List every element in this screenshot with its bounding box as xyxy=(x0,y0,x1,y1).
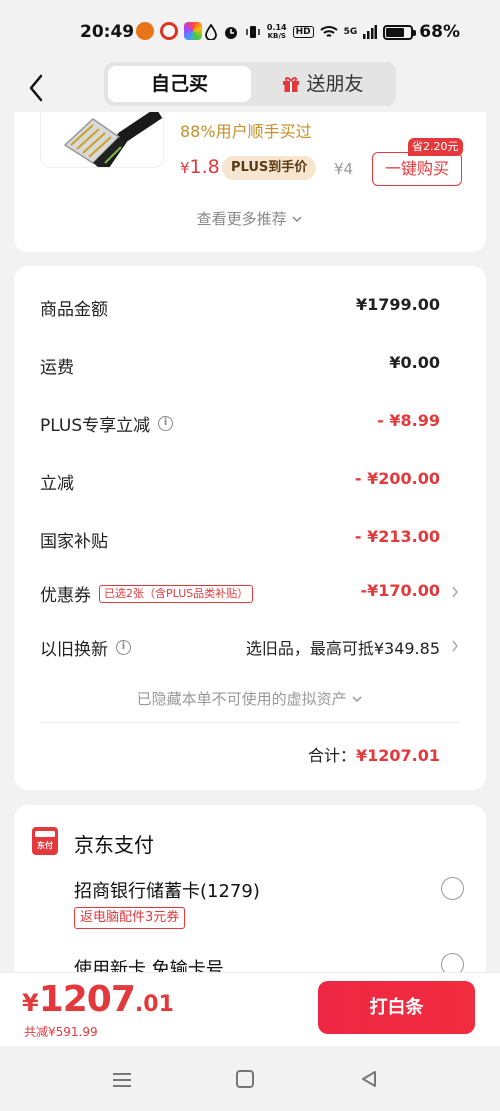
row-value: ¥1799.00 xyxy=(355,295,440,314)
signal-icon xyxy=(363,25,378,39)
row-label: PLUS专享立减 i xyxy=(40,411,174,436)
chevron-right-icon xyxy=(452,640,458,652)
summary-row-goods: 商品金额 ¥1799.00 xyxy=(40,292,440,322)
one-click-buy-button[interactable]: 一键购买 xyxy=(372,152,462,186)
chevron-left-icon xyxy=(29,74,43,102)
save-amount-tag: 省2.20元 xyxy=(408,138,463,156)
checkout-bottom-bar: ¥1207.01 共减¥591.99 打白条 xyxy=(0,972,500,1046)
row-label: 以旧换新 i xyxy=(40,635,131,660)
row-value: - ¥213.00 xyxy=(354,527,440,546)
back-triangle-icon[interactable] xyxy=(360,1070,378,1088)
row-label-text: 以旧换新 xyxy=(40,640,108,660)
summary-row-trade-in[interactable]: 以旧换新 i 选旧品，最高可抵¥349.85 xyxy=(40,632,458,662)
view-more-recommendations[interactable]: 查看更多推荐 xyxy=(14,208,486,229)
net-speed: 0.14 KB/S xyxy=(266,23,287,41)
info-icon[interactable]: i xyxy=(158,416,174,431)
original-price: ¥4 xyxy=(334,160,354,178)
row-label: 商品金额 xyxy=(40,300,108,320)
hidden-assets-label: 已隐藏本单不可使用的虚拟资产 xyxy=(136,690,347,708)
row-value: 选旧品，最高可抵¥349.85 xyxy=(245,639,440,658)
net-speed-unit: KB/S xyxy=(267,32,286,40)
price-symbol: ¥ xyxy=(180,159,190,177)
notification-icons xyxy=(136,22,202,40)
tab-buy-for-self[interactable]: 自己买 xyxy=(108,66,251,102)
status-right: 0.14 KB/S HD 5G 68% xyxy=(204,22,460,42)
info-icon[interactable]: i xyxy=(116,640,131,655)
summary-row-shipping: 运费 ¥0.00 xyxy=(40,350,440,380)
payment-promo-tag: 返电脑配件3元券 xyxy=(74,907,186,929)
system-nav-bar xyxy=(0,1046,500,1111)
purchase-mode-switch: 自己买 送朋友 xyxy=(104,62,396,106)
menu-icon[interactable] xyxy=(112,1072,132,1088)
row-label-text: PLUS专享立减 xyxy=(40,416,151,436)
payment-title: 京东支付 xyxy=(74,833,154,857)
row-value: - ¥200.00 xyxy=(354,469,440,488)
chevron-right-icon xyxy=(452,586,458,598)
gift-icon xyxy=(283,77,300,92)
home-icon[interactable] xyxy=(236,1070,254,1088)
row-value: ¥0.00 xyxy=(389,353,440,372)
checkout-header: 自己买 送朋友 xyxy=(0,62,500,112)
summary-row-subsidy: 国家补贴 - ¥213.00 xyxy=(40,524,440,554)
photos-app-icon xyxy=(184,22,202,40)
battery-icon xyxy=(383,24,417,40)
total-label: 合计： xyxy=(307,746,356,765)
alarm-icon xyxy=(224,27,237,39)
vibrate-icon xyxy=(246,26,260,38)
tab-gift-label: 送朋友 xyxy=(306,73,364,95)
battery-text: 68% xyxy=(419,22,460,42)
ethernet-cable-image xyxy=(63,112,163,167)
network-type: 5G xyxy=(343,27,358,37)
status-time: 20:49 xyxy=(80,22,135,42)
radio-cmb-card[interactable] xyxy=(441,877,464,900)
divider xyxy=(40,722,460,723)
drop-icon xyxy=(204,24,217,40)
product-image[interactable] xyxy=(40,112,164,168)
hd-badge: HD xyxy=(292,26,314,38)
jd-pay-icon-text: 东付 xyxy=(37,841,53,850)
jd-pay-icon: 东付 xyxy=(32,827,58,855)
final-price-integer: 1207 xyxy=(38,979,136,1020)
row-label: 国家补贴 xyxy=(40,532,108,552)
view-more-label: 查看更多推荐 xyxy=(196,210,287,228)
back-button[interactable] xyxy=(22,68,52,108)
tab-gift-to-friend[interactable]: 送朋友 xyxy=(254,66,392,102)
chevron-down-icon xyxy=(352,696,362,703)
row-value: - ¥8.99 xyxy=(377,411,440,430)
payment-option-cmb-card[interactable]: 招商银行储蓄卡(1279) xyxy=(74,877,260,903)
coupon-selected-tag: 已选2张（含PLUS品类补贴） xyxy=(99,584,254,603)
summary-row-instant-discount: 立减 - ¥200.00 xyxy=(40,466,440,496)
status-bar: 20:49 0.14 KB/S HD 5G 68% xyxy=(0,0,500,62)
net-speed-value: 0.14 xyxy=(266,23,287,32)
row-label-text: 优惠券 xyxy=(40,586,91,606)
battery-fill xyxy=(386,27,404,37)
total-value: ¥1207.01 xyxy=(355,746,440,765)
plus-price-badge: PLUS到手价 xyxy=(222,156,317,180)
pumpkin-app-icon xyxy=(136,22,154,40)
row-label: 立减 xyxy=(40,474,74,494)
order-total: 合计：¥1207.01 xyxy=(308,742,440,766)
final-price-decimal: .01 xyxy=(134,992,174,1017)
row-value: -¥170.00 xyxy=(360,581,440,600)
price-value: 1.8 xyxy=(189,156,220,178)
recommend-card: 88%用户顺手买过 ¥1.8 PLUS到手价 ¥4 一键购买 省2.20元 查看… xyxy=(14,112,486,252)
row-label: 优惠券 已选2张（含PLUS品类补贴） xyxy=(40,581,254,606)
product-tagline: 88%用户顺手买过 xyxy=(180,122,312,141)
product-price: ¥1.8 xyxy=(180,156,220,178)
chevron-down-icon xyxy=(292,216,302,223)
total-saved: 共减¥591.99 xyxy=(24,1025,98,1039)
row-label: 运费 xyxy=(40,358,74,378)
final-price-symbol: ¥ xyxy=(22,989,39,1017)
order-summary-card: 商品金额 ¥1799.00 运费 ¥0.00 PLUS专享立减 i - ¥8.99… xyxy=(14,266,486,790)
hidden-assets-toggle[interactable]: 已隐藏本单不可使用的虚拟资产 xyxy=(14,688,486,709)
wifi-icon xyxy=(319,26,338,37)
summary-row-coupon[interactable]: 优惠券 已选2张（含PLUS品类补贴） -¥170.00 xyxy=(40,578,458,608)
final-price: ¥1207.01 xyxy=(22,979,174,1020)
summary-row-plus-discount[interactable]: PLUS专享立减 i - ¥8.99 xyxy=(40,408,440,438)
app-notify-icon xyxy=(160,22,178,40)
pay-with-baitiao-button[interactable]: 打白条 xyxy=(318,981,475,1034)
